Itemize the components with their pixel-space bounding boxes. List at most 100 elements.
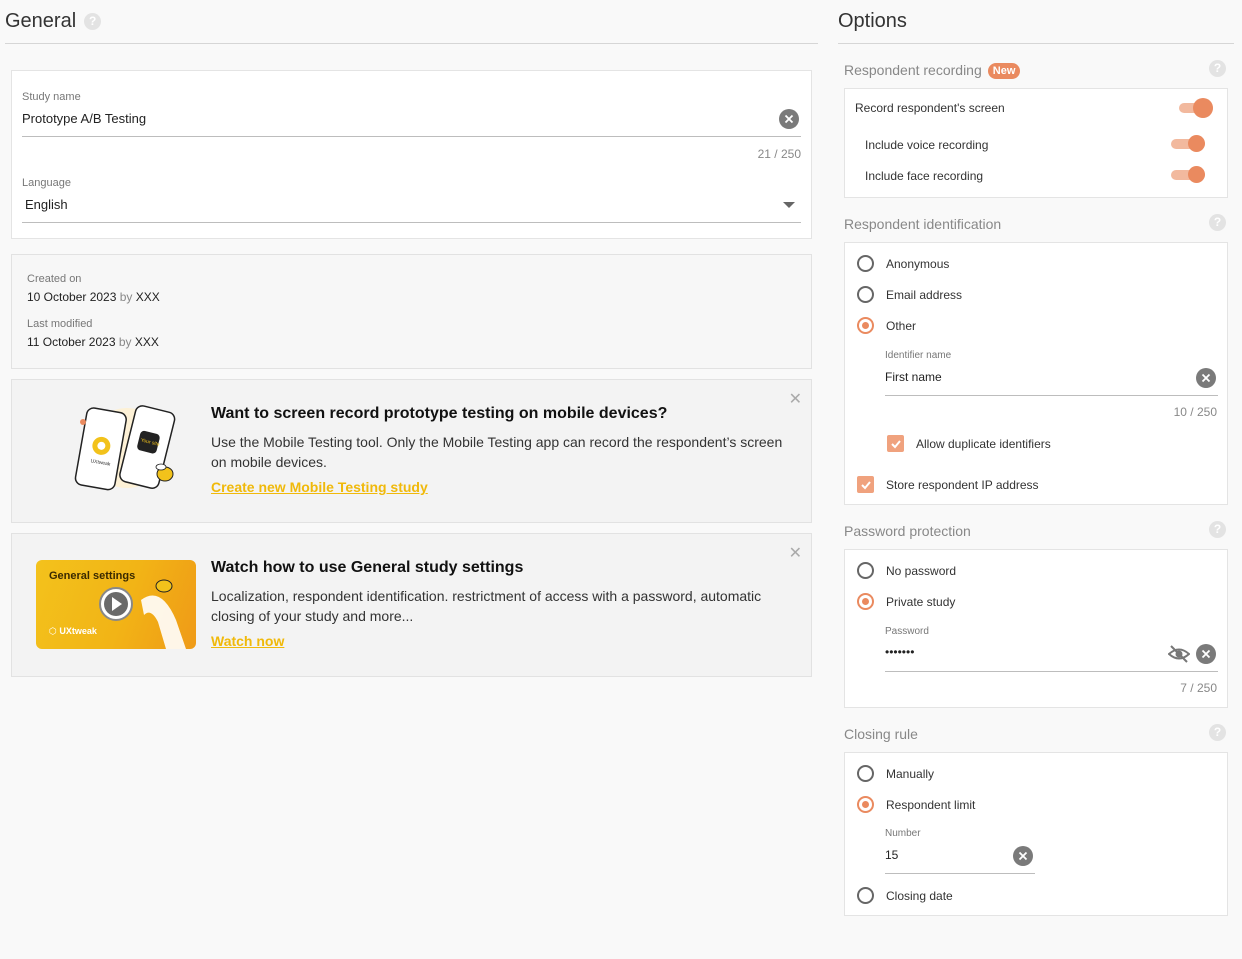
video-promo: General settings ⬡ UXtweak Watch how to … — [11, 533, 812, 677]
radio-icon[interactable] — [857, 887, 874, 904]
study-name-input[interactable]: Prototype A/B Testing — [22, 107, 801, 137]
mobile-phones-illustration: UXtweak Your site — [74, 405, 176, 491]
clear-icon[interactable] — [1196, 368, 1216, 388]
general-settings-card: Study name Prototype A/B Testing 21 / 25… — [11, 70, 812, 239]
radio-selected-icon[interactable] — [857, 796, 874, 813]
face-recording-toggle[interactable] — [1171, 166, 1205, 183]
store-ip-option[interactable]: Store respondent IP address — [857, 476, 1039, 493]
closing-date-option[interactable]: Closing date — [857, 887, 953, 904]
radio-icon[interactable] — [857, 286, 874, 303]
record-screen-label: Record respondent's screen — [855, 101, 1005, 115]
language-value: English — [25, 197, 68, 212]
private-study-option[interactable]: Private study — [857, 593, 955, 610]
radio-icon[interactable] — [857, 562, 874, 579]
anonymous-option[interactable]: Anonymous — [857, 255, 949, 272]
help-icon[interactable]: ? — [1209, 214, 1226, 231]
video-promo-title: Watch how to use General study settings — [211, 559, 524, 576]
email-label: Email address — [886, 287, 963, 302]
record-screen-toggle[interactable] — [1179, 98, 1213, 118]
clear-icon[interactable] — [1013, 846, 1033, 866]
mobile-promo-title: Want to screen record prototype testing … — [211, 405, 668, 422]
no-password-option[interactable]: No password — [857, 562, 956, 579]
eye-off-icon[interactable] — [1168, 644, 1190, 664]
email-option[interactable]: Email address — [857, 286, 962, 303]
mobile-testing-promo: UXtweak Your site Want to screen record … — [11, 379, 812, 523]
mobile-promo-text: Use the Mobile Testing tool. Only the Mo… — [211, 434, 783, 470]
closing-card: Manually Respondent limit Number 15 Clos… — [844, 752, 1228, 916]
face-recording-label: Include face recording — [865, 169, 984, 183]
password-input[interactable]: ••••••• — [885, 641, 1218, 672]
store-ip-label: Store respondent IP address — [886, 477, 1039, 492]
new-badge: New — [987, 63, 1021, 80]
close-icon[interactable]: ✕ — [789, 546, 802, 562]
help-icon[interactable]: ? — [1209, 724, 1226, 741]
radio-icon[interactable] — [857, 765, 874, 782]
other-option[interactable]: Other — [857, 317, 916, 334]
watch-now-link[interactable]: Watch now — [211, 633, 284, 649]
general-section: General ? Study name Prototype A/B Testi… — [5, 0, 818, 677]
recording-title-text: Respondent recording — [844, 62, 982, 78]
close-icon[interactable]: ✕ — [789, 392, 802, 408]
options-section: Options Respondent recording New ? Record… — [838, 0, 1234, 916]
manually-option[interactable]: Manually — [857, 765, 934, 782]
help-icon[interactable]: ? — [1209, 60, 1226, 77]
options-title: Options — [838, 10, 907, 32]
video-promo-text: Localization, respondent identification.… — [211, 588, 762, 624]
created-line: 10 October 2023 by XXX — [27, 290, 160, 304]
clear-icon[interactable] — [1196, 644, 1216, 664]
number-input[interactable]: 15 — [885, 843, 1035, 874]
password-title: Password protection — [844, 523, 971, 539]
allow-duplicates-option[interactable]: Allow duplicate identifiers — [887, 435, 1051, 452]
modified-label: Last modified — [27, 318, 93, 330]
number-value: 15 — [885, 848, 899, 862]
password-counter: 7 / 250 — [1180, 681, 1217, 695]
create-mobile-study-link[interactable]: Create new Mobile Testing study — [211, 479, 428, 495]
created-date: 10 October 2023 — [27, 290, 117, 304]
recording-title: Respondent recording New — [844, 62, 1021, 80]
created-label: Created on — [27, 273, 82, 285]
general-header: General ? — [5, 0, 818, 44]
identifier-counter: 10 / 250 — [1173, 405, 1217, 419]
closing-title: Closing rule — [844, 726, 918, 742]
closing-date-label: Closing date — [886, 888, 953, 903]
other-label: Other — [886, 318, 917, 333]
options-header: Options — [838, 0, 1234, 44]
clear-icon[interactable] — [779, 109, 799, 129]
password-card: No password Private study Password •••••… — [844, 549, 1228, 708]
created-by-word: by — [119, 290, 133, 304]
video-thumbnail[interactable]: General settings ⬡ UXtweak — [36, 560, 196, 649]
help-icon[interactable]: ? — [1209, 521, 1226, 538]
recording-card: Record respondent's screen Include voice… — [844, 88, 1228, 198]
study-name-value: Prototype A/B Testing — [22, 111, 147, 126]
modified-by: XXX — [134, 335, 159, 349]
thumbnail-brand-text: UXtweak — [59, 626, 97, 636]
identifier-name-input[interactable]: First name — [885, 365, 1218, 396]
password-label: Password — [885, 626, 929, 637]
private-study-label: Private study — [886, 594, 956, 609]
identifier-name-label: Identifier name — [885, 350, 952, 361]
study-name-label: Study name — [22, 91, 81, 103]
respondent-limit-option[interactable]: Respondent limit — [857, 796, 975, 813]
created-by: XXX — [135, 290, 160, 304]
password-value: ••••••• — [885, 645, 915, 659]
radio-icon[interactable] — [857, 255, 874, 272]
identifier-name-value: First name — [885, 370, 942, 384]
study-name-counter: 21 / 250 — [757, 147, 801, 161]
language-select[interactable]: English — [22, 193, 801, 223]
general-title: General — [5, 10, 77, 32]
checkbox-checked-icon[interactable] — [887, 435, 904, 452]
modified-date: 11 October 2023 — [27, 335, 116, 349]
anonymous-label: Anonymous — [886, 256, 950, 271]
radio-selected-icon[interactable] — [857, 317, 874, 334]
manually-label: Manually — [886, 766, 935, 781]
voice-recording-toggle[interactable] — [1171, 135, 1205, 152]
modified-by-word: by — [118, 335, 132, 349]
identification-title: Respondent identification — [844, 216, 1002, 232]
checkbox-checked-icon[interactable] — [857, 476, 874, 493]
study-meta-card: Created on 10 October 2023 by XXX Last m… — [11, 254, 812, 369]
thumbnail-brand: ⬡ UXtweak — [49, 626, 97, 636]
radio-selected-icon[interactable] — [857, 593, 874, 610]
no-password-label: No password — [886, 563, 957, 578]
identification-card: Anonymous Email address Other Identifier… — [844, 242, 1228, 505]
help-icon[interactable]: ? — [84, 13, 102, 30]
